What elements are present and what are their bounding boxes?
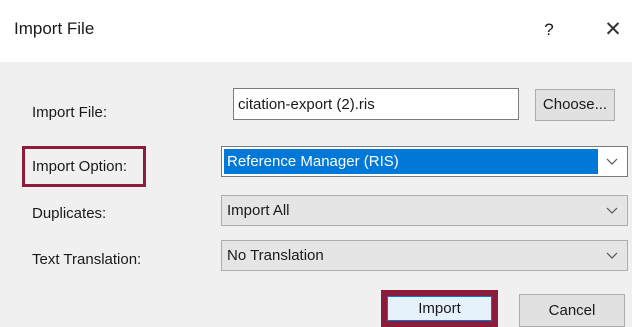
- duplicates-select[interactable]: Import All: [221, 195, 628, 226]
- import-option-label: Import Option:: [32, 158, 128, 175]
- import-file-input[interactable]: [233, 88, 519, 120]
- chevron-down-icon: [603, 196, 621, 225]
- help-button[interactable]: ?: [534, 14, 564, 46]
- import-option-value: Reference Manager (RIS): [227, 153, 399, 170]
- import-button[interactable]: Import: [381, 290, 498, 327]
- duplicates-label: Duplicates:: [32, 205, 107, 222]
- text-translation-label: Text Translation:: [32, 251, 142, 268]
- cancel-button[interactable]: Cancel: [519, 294, 625, 327]
- text-translation-value: No Translation: [227, 247, 324, 264]
- chevron-down-icon: [603, 147, 621, 176]
- import-file-dialog: Import File ? ✕ Import File: Choose... I…: [0, 0, 632, 327]
- text-translation-select[interactable]: No Translation: [221, 240, 628, 271]
- duplicates-value: Import All: [227, 202, 290, 219]
- choose-button[interactable]: Choose...: [535, 89, 615, 121]
- import-button-label: Import: [387, 296, 492, 321]
- import-option-select[interactable]: Reference Manager (RIS): [221, 146, 628, 177]
- title-bar: Import File ? ✕: [0, 0, 632, 62]
- close-icon[interactable]: ✕: [598, 14, 628, 46]
- chevron-down-icon: [603, 241, 621, 270]
- dialog-title: Import File: [14, 19, 95, 38]
- import-file-label: Import File:: [32, 104, 108, 121]
